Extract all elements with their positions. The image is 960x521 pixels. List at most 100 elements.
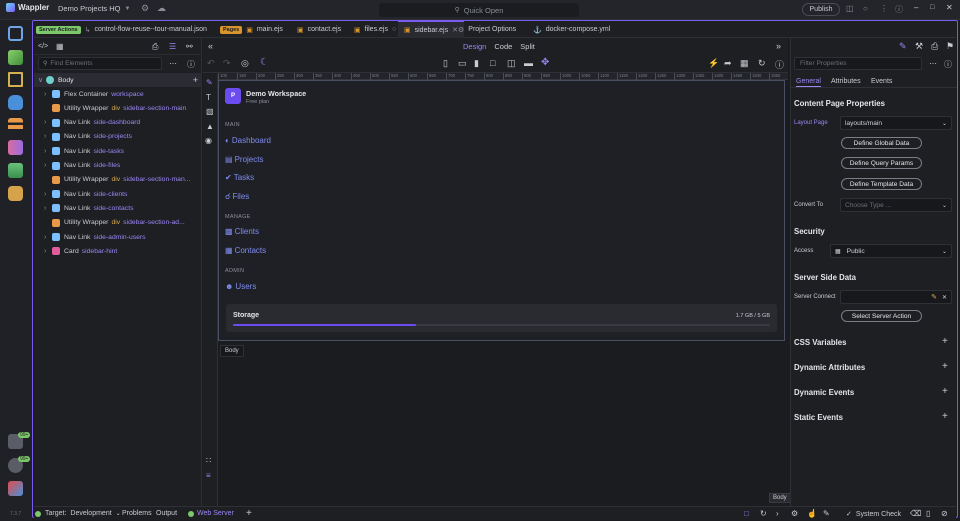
chevron-right-icon[interactable]: ›	[44, 148, 52, 155]
laptop-icon[interactable]: □	[490, 58, 495, 68]
grid-icon[interactable]: ▦	[740, 58, 749, 69]
define-template-data-button[interactable]: Define Template Data	[841, 178, 922, 190]
tree-node[interactable]: › Nav Link side-dashboard	[34, 116, 202, 130]
quick-open-bar[interactable]: ⚲ Quick Open	[379, 3, 579, 17]
tab-contact-ejs[interactable]: ▣ contact.ejs	[297, 21, 341, 38]
dynamic-events-section[interactable]: Dynamic Events	[794, 388, 854, 397]
edit-icon[interactable]: ✎	[931, 293, 937, 301]
define-query-params-button[interactable]: Define Query Params	[841, 157, 922, 169]
resources-icon[interactable]	[8, 163, 23, 178]
chevron-right-icon[interactable]: ›	[44, 248, 52, 255]
square-icon[interactable]: □	[744, 509, 749, 518]
problems-tab[interactable]: Problems	[122, 510, 152, 517]
breakpoints-icon[interactable]: ≡	[206, 471, 211, 480]
add-element-icon[interactable]: +	[193, 75, 198, 85]
tools-icon[interactable]: ⚒	[915, 41, 923, 52]
extensions-hub-icon[interactable]	[8, 481, 23, 496]
more-vertical-icon[interactable]: ⋮	[880, 4, 888, 13]
nav-link-dashboard[interactable]: ◐ Dashboard	[225, 136, 271, 145]
bucket-icon[interactable]: ▲	[206, 122, 214, 131]
phone-portrait-icon[interactable]: ▯	[443, 58, 448, 69]
redo-icon[interactable]: ↷	[223, 58, 231, 69]
delete-icon[interactable]: ▯	[926, 509, 930, 518]
sidebar-preview[interactable]	[218, 80, 785, 341]
nav-link-tasks[interactable]: ✔ Tasks	[225, 173, 254, 182]
eraser-icon[interactable]: ⌫	[910, 509, 921, 518]
server-connect-field[interactable]: ✎ ✕	[840, 290, 952, 304]
help-icon[interactable]: ⓘ	[944, 59, 952, 70]
nav-link-clients[interactable]: ▩ Clients	[225, 227, 259, 236]
components-icon[interactable]: ▦	[56, 42, 64, 51]
pages-icon[interactable]	[8, 26, 23, 41]
print-icon[interactable]: ⎙	[152, 42, 158, 52]
tree-node[interactable]: › Nav Link side-clients	[34, 187, 202, 201]
server-actions-icon[interactable]	[8, 118, 23, 133]
help-icon[interactable]: ⓘ	[775, 58, 784, 71]
close-icon[interactable]: ✕	[946, 3, 953, 12]
tab-events[interactable]: Events	[871, 78, 892, 85]
chevron-right-icon[interactable]: ›	[44, 119, 52, 126]
tree-icon[interactable]: ⚯	[186, 42, 193, 51]
tree-node[interactable]: Utility Wrapper div sidebar-section-main	[34, 101, 202, 115]
list-icon[interactable]: ☰	[169, 42, 176, 51]
filter-properties-input[interactable]: Filter Properties	[794, 57, 922, 70]
collapse-left-icon[interactable]: «	[208, 41, 213, 51]
move-icon[interactable]: ✥	[541, 57, 549, 68]
workflows-icon[interactable]	[8, 50, 23, 65]
breadcrumb-body[interactable]: Body	[769, 493, 791, 503]
tab-sidebar-ejs[interactable]: ▣ sidebar.ejs ✕	[398, 21, 464, 38]
mode-code[interactable]: Code	[494, 42, 512, 51]
tab-project-options[interactable]: ⚙ Project Options	[458, 21, 516, 38]
dynamic-attributes-section[interactable]: Dynamic Attributes	[794, 363, 865, 372]
tab-server-action[interactable]: Server Actions ↳ control-flow-reuse--tou…	[36, 21, 207, 38]
output-tab[interactable]: Output	[156, 510, 177, 517]
chevron-right-icon[interactable]: ›	[44, 91, 52, 98]
define-global-data-button[interactable]: Define Global Data	[841, 137, 922, 149]
thumbs-up-icon[interactable]: ☝	[807, 509, 817, 518]
settings-icon[interactable]: ⚙	[141, 3, 149, 14]
tree-node[interactable]: Utility Wrapper div sidebar-section-ad...	[34, 216, 202, 230]
chevron-right-icon[interactable]: ›	[44, 191, 52, 198]
mode-design[interactable]: Design	[463, 42, 486, 51]
access-select[interactable]: ▦ Public ⌄	[830, 244, 952, 258]
tab-main-ejs[interactable]: Pages ▣ main.ejs	[220, 21, 283, 38]
target-selector[interactable]: Target: Development ⌄	[35, 510, 121, 517]
nav-link-users[interactable]: ☻ Users	[225, 282, 256, 291]
find-elements-input[interactable]: ⚲ Find Elements	[38, 57, 162, 70]
phone-landscape-icon[interactable]: ▭	[458, 58, 467, 69]
expand-plus-icon[interactable]: +	[942, 336, 948, 347]
terminal-icon[interactable]: ›	[776, 509, 779, 518]
static-events-section[interactable]: Static Events	[794, 413, 843, 422]
data-icon[interactable]: ⎙	[931, 41, 938, 52]
layout-page-select[interactable]: layouts/main ⌄	[840, 116, 952, 130]
database-icon[interactable]	[8, 95, 23, 110]
tab-files-ejs[interactable]: ▣ files.ejs ○	[354, 21, 396, 38]
tree-node[interactable]: › Card sidebar-hint	[34, 244, 202, 258]
dark-mode-icon[interactable]: ☾	[260, 57, 269, 68]
cloud-icon[interactable]: ☁	[157, 3, 166, 14]
extensions-icon[interactable]	[8, 186, 23, 201]
add-icon[interactable]: +	[246, 508, 252, 519]
system-check-button[interactable]: ✓ System Check	[846, 510, 901, 519]
code-icon[interactable]: </>	[38, 43, 48, 50]
expand-plus-icon[interactable]: +	[942, 361, 948, 372]
refresh-icon[interactable]: ↻	[760, 509, 767, 518]
tree-root-body[interactable]: ∨ Body +	[34, 73, 202, 87]
paint-icon[interactable]: ▧	[206, 107, 214, 116]
styles-icon[interactable]	[8, 140, 23, 155]
desktop-icon[interactable]: ◫	[507, 58, 516, 69]
maximize-icon[interactable]: □	[930, 4, 934, 11]
flag-icon[interactable]: ⚑	[946, 41, 954, 52]
brush-icon[interactable]: ✎	[823, 509, 830, 518]
nav-link-files[interactable]: ☌ Files	[225, 192, 249, 201]
expand-plus-icon[interactable]: +	[942, 386, 948, 397]
collapse-right-icon[interactable]: »	[776, 41, 781, 51]
widescreen-icon[interactable]: ▬	[524, 58, 533, 68]
expand-plus-icon[interactable]: +	[942, 411, 948, 422]
flash-icon[interactable]: ⚡	[708, 58, 719, 69]
publish-button[interactable]: Publish	[802, 3, 840, 16]
web-server-tab[interactable]: Web Server	[188, 510, 234, 517]
apps-grid-icon[interactable]: ∷	[206, 456, 211, 465]
clear-icon[interactable]: ✕	[942, 294, 947, 301]
convert-to-select[interactable]: Choose Type ... ⌄	[840, 198, 952, 212]
